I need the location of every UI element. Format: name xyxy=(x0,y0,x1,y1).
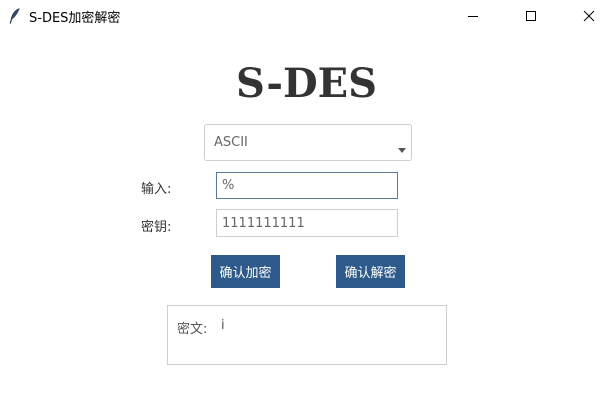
minimize-icon xyxy=(467,7,479,26)
feather-icon xyxy=(9,8,21,24)
encrypt-button[interactable]: 确认加密 xyxy=(211,255,280,288)
close-icon xyxy=(583,7,595,26)
key-input[interactable] xyxy=(216,209,398,237)
output-label: 密文: xyxy=(177,322,208,337)
output-value: i xyxy=(221,318,225,333)
chevron-down-icon xyxy=(398,148,406,153)
output-box: 密文: i xyxy=(167,305,447,365)
maximize-icon xyxy=(525,7,537,26)
app-window: S-DES加密解密 S-DES ASCII 输入: 密钥: 确认加密 确认解密 … xyxy=(0,0,613,406)
key-label: 密钥: xyxy=(141,220,172,235)
decrypt-button[interactable]: 确认解密 xyxy=(336,255,405,288)
window-title: S-DES加密解密 xyxy=(29,11,121,26)
page-title: S-DES xyxy=(235,60,377,107)
close-button[interactable] xyxy=(566,0,612,32)
mode-select-value: ASCII xyxy=(214,135,248,150)
title-bar[interactable]: S-DES加密解密 xyxy=(0,0,613,32)
maximize-button[interactable] xyxy=(508,0,554,32)
plaintext-input[interactable] xyxy=(216,172,398,199)
input-label: 输入: xyxy=(141,182,172,197)
minimize-button[interactable] xyxy=(450,0,496,32)
mode-select[interactable]: ASCII xyxy=(204,124,412,161)
